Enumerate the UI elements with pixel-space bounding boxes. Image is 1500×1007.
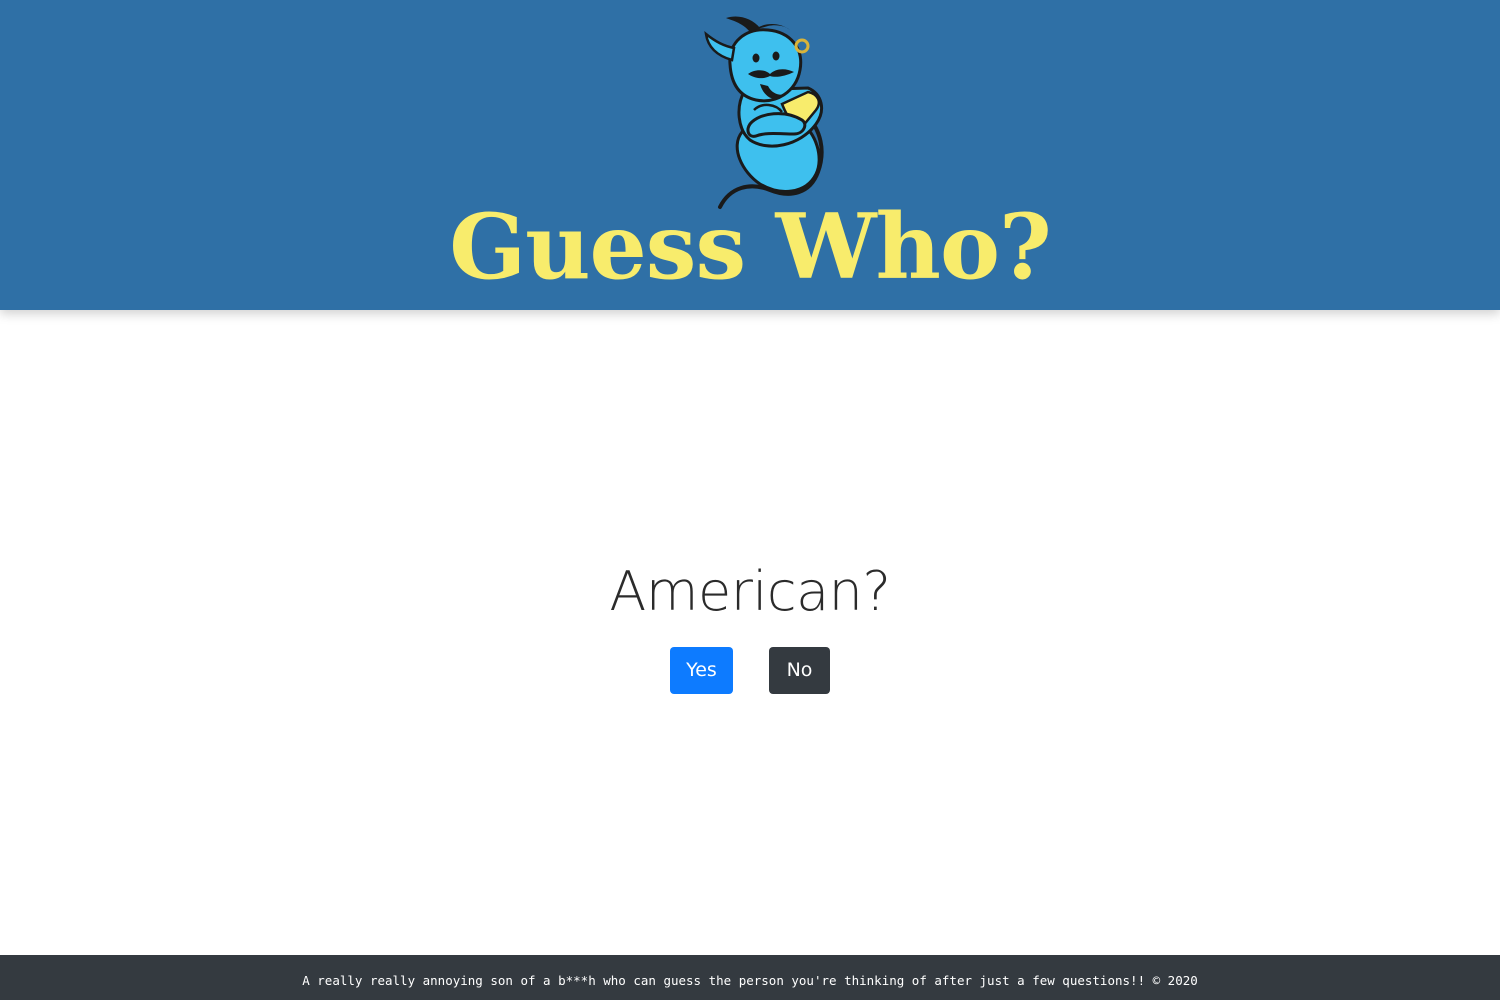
question-panel: American? Yes No [0, 310, 1500, 955]
yes-button[interactable]: Yes [670, 647, 733, 694]
question-text: American? [609, 560, 891, 623]
no-button[interactable]: No [769, 647, 830, 694]
genie-mascot-icon [704, 16, 824, 209]
footer-text: A really really annoying son of a b***h … [302, 973, 1198, 988]
page-title: Guess Who? [449, 194, 1052, 300]
footer: A really really annoying son of a b***h … [0, 955, 1500, 1000]
header: Guess Who? [0, 0, 1500, 310]
